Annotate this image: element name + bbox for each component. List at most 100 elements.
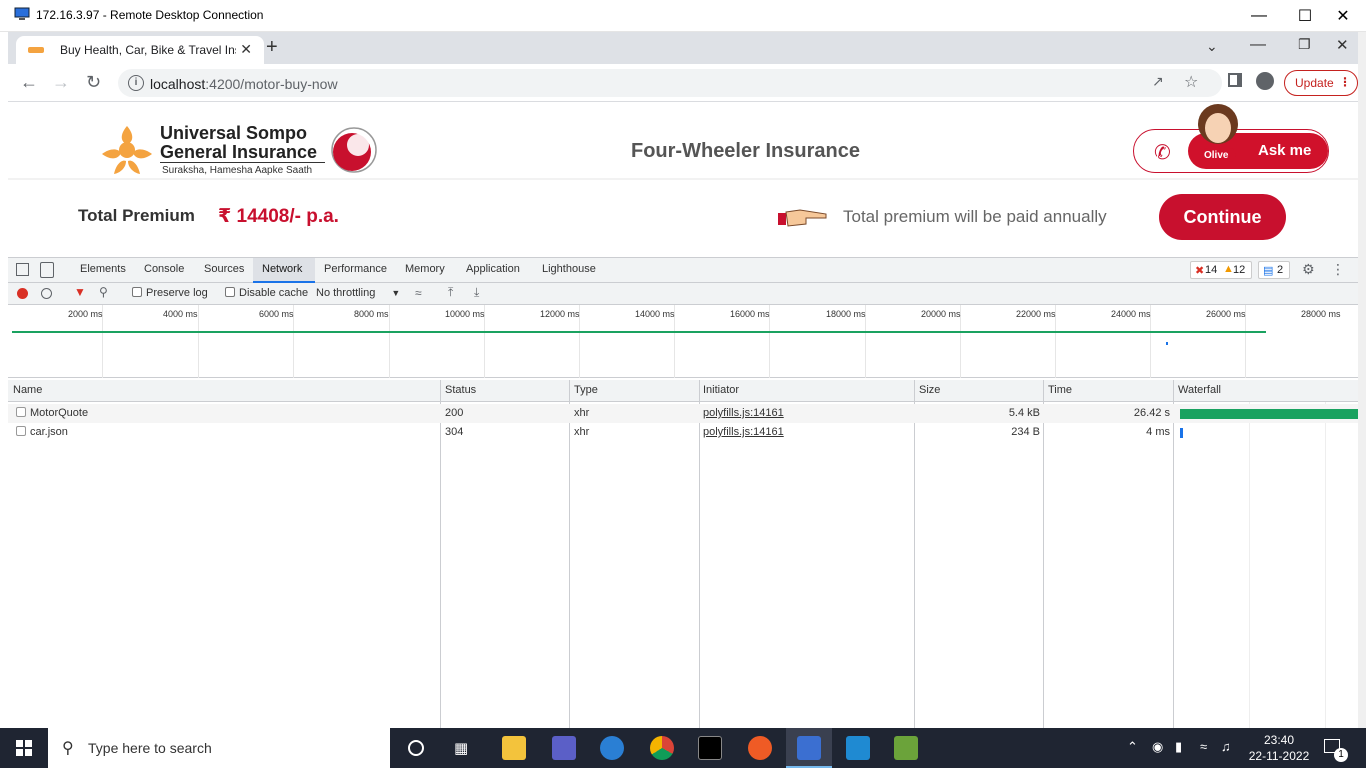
preserve-log-checkbox[interactable]: Preserve log — [132, 287, 208, 299]
tab-lighthouse[interactable]: Lighthouse — [542, 263, 596, 275]
search-icon[interactable]: ⚲ — [99, 285, 108, 299]
volume-icon[interactable]: ♫ — [1221, 739, 1231, 754]
filter-icon[interactable]: ▼ — [74, 285, 86, 299]
tab-performance[interactable]: Performance — [324, 263, 387, 275]
timeline-tick: 16000 ms — [730, 309, 770, 319]
clear-icon[interactable] — [41, 288, 52, 299]
outlook-icon[interactable] — [600, 736, 624, 760]
universal-sompo-logo-emblem-icon — [102, 126, 152, 174]
postman-icon[interactable] — [748, 736, 772, 760]
timeline-tick: 24000 ms — [1111, 309, 1151, 319]
brand-name-line2: General Insurance — [160, 142, 318, 162]
address-bar[interactable]: i localhost:4200/motor-buy-now ↗ ☆ — [118, 69, 1222, 97]
timeline-gridline — [389, 305, 390, 378]
site-info-icon[interactable]: i — [128, 75, 144, 91]
url-text[interactable]: localhost:4200/motor-buy-now — [150, 76, 338, 92]
export-har-icon[interactable]: ⤓ — [474, 285, 479, 300]
error-icon: ✖ — [1195, 265, 1205, 277]
tab-application[interactable]: Application — [466, 263, 520, 275]
timeline-tick: 8000 ms — [354, 309, 389, 319]
network-overview-timeline[interactable]: 2000 ms 4000 ms 6000 ms 8000 ms 10000 ms… — [8, 305, 1358, 378]
browser-minimize-icon[interactable]: — — [1250, 36, 1266, 54]
timeline-tick: 26000 ms — [1206, 309, 1246, 319]
update-button[interactable]: Update ⋮ — [1284, 70, 1358, 96]
continue-button[interactable]: Continue — [1159, 194, 1286, 240]
col-type[interactable]: Type — [574, 384, 598, 396]
new-tab-icon[interactable]: + — [266, 36, 278, 59]
profile-avatar-icon[interactable] — [1256, 72, 1274, 90]
windows-start-icon[interactable] — [16, 740, 32, 756]
tab-sources[interactable]: Sources — [204, 263, 244, 275]
request-timeline-mark — [1166, 342, 1168, 345]
console-error-warning-badge[interactable]: ✖ 14 ▲ 12 — [1190, 261, 1252, 279]
browser-close-icon[interactable]: ✕ — [1336, 36, 1349, 54]
wifi-icon[interactable]: ≈ — [1200, 739, 1207, 754]
vscode-icon[interactable] — [846, 736, 870, 760]
pointing-hand-icon — [778, 209, 827, 227]
col-status[interactable]: Status — [445, 384, 476, 396]
task-view-icon[interactable]: ▦ — [454, 739, 468, 757]
device-toolbar-icon[interactable] — [40, 262, 54, 278]
show-hidden-icons-icon[interactable]: ⌃ — [1127, 739, 1138, 755]
battery-icon[interactable]: ▮ — [1175, 739, 1182, 755]
devtools-settings-gear-icon[interactable]: ⚙ — [1302, 261, 1315, 278]
request-time: 4 ms — [1146, 426, 1170, 438]
request-initiator-link[interactable]: polyfills.js:14161 — [703, 407, 784, 419]
inspect-element-icon[interactable] — [16, 263, 29, 276]
table-row[interactable]: MotorQuote 200 xhr polyfills.js:14161 5.… — [8, 404, 1358, 423]
close-icon[interactable]: ✕ — [1320, 0, 1366, 32]
browser-tab[interactable]: Buy Health, Car, Bike & Travel Ins ✕ — [16, 36, 264, 64]
request-initiator-link[interactable]: polyfills.js:14161 — [703, 426, 784, 438]
record-icon[interactable] — [17, 288, 28, 299]
task-view-cortana-icon[interactable] — [408, 740, 424, 756]
request-name[interactable]: MotorQuote — [16, 407, 88, 419]
import-har-icon[interactable]: ⤒ — [448, 285, 453, 300]
browser-restore-icon[interactable]: ❐ — [1298, 36, 1311, 53]
tab-console[interactable]: Console — [144, 263, 184, 275]
throttling-select[interactable]: No throttling ▼ — [316, 287, 400, 299]
warning-count: 12 — [1233, 264, 1246, 276]
waterfall-bar — [1180, 409, 1358, 419]
issues-badge[interactable]: ▤ 2 — [1258, 261, 1290, 279]
col-name[interactable]: Name — [13, 384, 42, 396]
tab-memory[interactable]: Memory — [405, 263, 445, 275]
reload-icon[interactable]: ↻ — [86, 72, 101, 93]
col-time[interactable]: Time — [1048, 384, 1072, 396]
tab-elements[interactable]: Elements — [80, 263, 126, 275]
back-icon[interactable]: ← — [20, 72, 38, 93]
task-manager-icon[interactable] — [894, 736, 918, 760]
devtools-more-icon[interactable]: ⋮ — [1331, 261, 1345, 278]
share-icon[interactable]: ↗ — [1152, 73, 1164, 90]
network-conditions-icon[interactable]: ≈ — [415, 286, 422, 300]
rdp-title-bar: 172.16.3.97 - Remote Desktop Connection … — [0, 0, 1366, 32]
forward-icon[interactable]: → — [52, 72, 70, 93]
terminal-icon[interactable] — [698, 736, 722, 760]
rdp-left-border — [0, 32, 8, 728]
minimize-icon[interactable]: — — [1236, 0, 1282, 32]
timeline-tick: 18000 ms — [826, 309, 866, 319]
issues-icon: ▤ — [1263, 265, 1274, 277]
taskbar-clock[interactable]: 23:40 22-11-2022 — [1244, 732, 1314, 764]
timeline-tick: 4000 ms — [163, 309, 198, 319]
rdp-scrollbar[interactable] — [1358, 32, 1366, 728]
col-initiator[interactable]: Initiator — [703, 384, 739, 396]
col-size[interactable]: Size — [919, 384, 940, 396]
tab-network[interactable]: Network — [262, 263, 302, 275]
chrome-icon[interactable] — [650, 736, 674, 760]
request-name[interactable]: car.json — [16, 426, 68, 438]
meet-now-icon[interactable]: ◉ — [1152, 739, 1163, 755]
col-waterfall[interactable]: Waterfall — [1178, 384, 1221, 396]
tab-search-chevron-icon[interactable]: ⌄ — [1206, 38, 1218, 55]
file-explorer-icon[interactable] — [502, 736, 526, 760]
bookmark-star-icon[interactable]: ☆ — [1184, 72, 1198, 92]
disable-cache-checkbox[interactable]: Disable cache — [225, 287, 308, 299]
tab-close-icon[interactable]: ✕ — [240, 41, 252, 58]
teams-icon[interactable] — [552, 736, 576, 760]
side-panel-icon[interactable] — [1228, 73, 1242, 87]
timeline-tick: 28000 ms — [1301, 309, 1341, 319]
remote-desktop-app-icon[interactable] — [797, 736, 821, 760]
table-row[interactable]: car.json 304 xhr polyfills.js:14161 234 … — [8, 423, 1358, 442]
taskbar-search-box[interactable]: ⚲ Type here to search — [48, 728, 390, 768]
waterfall-bar — [1180, 428, 1183, 438]
remote-desktop-icon — [14, 7, 30, 20]
